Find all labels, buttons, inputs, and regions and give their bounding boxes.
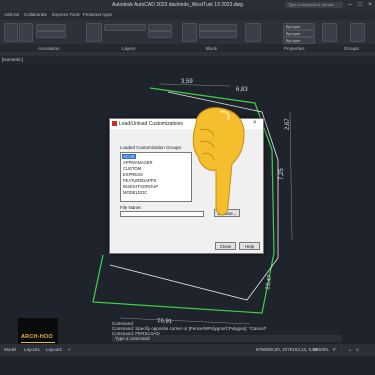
file-name-label: File Name: xyxy=(120,205,142,210)
tab-layout2[interactable]: Layout2 xyxy=(46,347,62,352)
group-button[interactable] xyxy=(322,23,337,42)
maximize-icon[interactable]: □ xyxy=(356,1,364,9)
command-history: Command: Command: Specify opposite corne… xyxy=(112,321,342,336)
panel-block[interactable]: Block xyxy=(206,46,217,51)
command-input[interactable]: Type a command xyxy=(112,335,342,342)
color-value: ByLayer xyxy=(286,24,301,29)
tab-model[interactable]: Model xyxy=(4,347,16,352)
viewport-label[interactable]: [Isometric] xyxy=(2,57,23,62)
add-layout-icon[interactable]: + xyxy=(68,347,71,352)
grid-icon[interactable]: # xyxy=(333,347,336,352)
groups-label: Loaded Customization Groups: xyxy=(120,145,183,150)
annotation-option-2[interactable] xyxy=(36,31,66,38)
panel-layers[interactable]: Layers xyxy=(122,46,136,51)
dim-7-25: 7,25 xyxy=(279,168,285,180)
dim-13-47: 13,47 xyxy=(265,274,274,290)
tab-layout1[interactable]: Layout1 xyxy=(24,347,40,352)
block-option-1[interactable] xyxy=(199,24,237,31)
utilities-button[interactable] xyxy=(350,23,365,42)
dim-2-67: 2,67 xyxy=(285,118,291,130)
menu-featured-apps[interactable]: Featured Apps xyxy=(83,12,112,17)
title-bar: Autodesk AutoCAD 2023 dashinde_WestTurk … xyxy=(0,0,375,11)
lineweight-dropdown[interactable]: ByLayer xyxy=(283,37,315,44)
dimension-line xyxy=(289,111,293,241)
layer-dropdown[interactable] xyxy=(104,24,146,31)
list-item[interactable]: APPMANAGER xyxy=(123,160,153,165)
layer-properties-button[interactable] xyxy=(86,23,102,42)
list-item[interactable]: CUSTOM xyxy=(123,166,141,171)
color-dropdown[interactable]: ByLayer xyxy=(283,23,315,30)
insert-block-button[interactable] xyxy=(182,23,197,42)
dim-6-83: 6,83 xyxy=(236,87,248,93)
list-item[interactable]: MODELDOC xyxy=(123,190,147,195)
menu-collaborate[interactable]: Collaborate xyxy=(24,12,47,17)
menu-express-tools[interactable]: Express Tools xyxy=(52,12,80,17)
dialog-title: Load/Unload Customizations xyxy=(119,121,183,127)
help-button[interactable]: Help xyxy=(239,242,260,250)
block-option-2[interactable] xyxy=(199,31,237,38)
panel-annotation[interactable]: Annotation xyxy=(38,46,60,51)
layer-option-1[interactable] xyxy=(148,24,172,31)
dimension-line xyxy=(159,83,231,87)
status-bar: Model Layout1 Layout2 + 6790000,00, 2279… xyxy=(0,344,375,356)
customization-groups-list[interactable]: ACAD APPMANAGER CUSTOM EXPRESS FEATUREDA… xyxy=(120,152,192,202)
coordinates-readout: 6790000,00, 2279153,13, 0,00 xyxy=(256,347,318,352)
close-icon[interactable]: × xyxy=(366,1,374,9)
autocad-icon xyxy=(112,121,117,126)
dim-3-59: 3,59 xyxy=(181,79,193,85)
list-item[interactable]: FEATUREDAPPS xyxy=(123,178,156,183)
logo-underline xyxy=(21,342,55,343)
dialog-close-icon[interactable]: × xyxy=(253,120,257,126)
pointing-hand-icon xyxy=(192,107,245,216)
panel-groups[interactable]: Groups xyxy=(344,46,359,51)
logo-text: ARCH-HOO xyxy=(21,334,53,340)
dimension-tool-button[interactable] xyxy=(19,23,33,42)
panel-properties[interactable]: Properties xyxy=(284,46,305,51)
lineweight-value: ByLayer xyxy=(286,38,301,43)
model-space-toggle[interactable]: MODEL xyxy=(313,347,329,352)
bottom-area xyxy=(0,356,375,375)
layer-option-2[interactable] xyxy=(148,31,172,38)
text-tool-button[interactable] xyxy=(4,23,18,42)
settings-icon[interactable]: ≡ xyxy=(356,347,359,352)
close-button[interactable]: Close xyxy=(215,242,236,250)
list-item[interactable]: ACAD xyxy=(122,154,136,159)
search-input[interactable]: Type a keyword or phrase xyxy=(285,2,343,8)
linetype-dropdown[interactable]: ByLayer xyxy=(283,30,315,37)
annotation-option-1[interactable] xyxy=(36,24,66,31)
ortho-icon[interactable]: ∟ xyxy=(348,347,352,352)
linetype-value: ByLayer xyxy=(286,31,301,36)
snap-icon[interactable]: : xyxy=(341,347,342,352)
list-item[interactable]: EXPRESS xyxy=(123,172,143,177)
list-item[interactable]: INSIGHTSGROUP xyxy=(123,184,158,189)
match-properties-button[interactable] xyxy=(245,23,261,42)
window-title: Autodesk AutoCAD 2023 dashinde_WestTurk … xyxy=(112,2,243,8)
viewport-label-bar: [Isometric] xyxy=(0,56,375,64)
minimize-icon[interactable]: – xyxy=(346,1,354,9)
menu-add-ins[interactable]: Add-ins xyxy=(4,12,19,17)
